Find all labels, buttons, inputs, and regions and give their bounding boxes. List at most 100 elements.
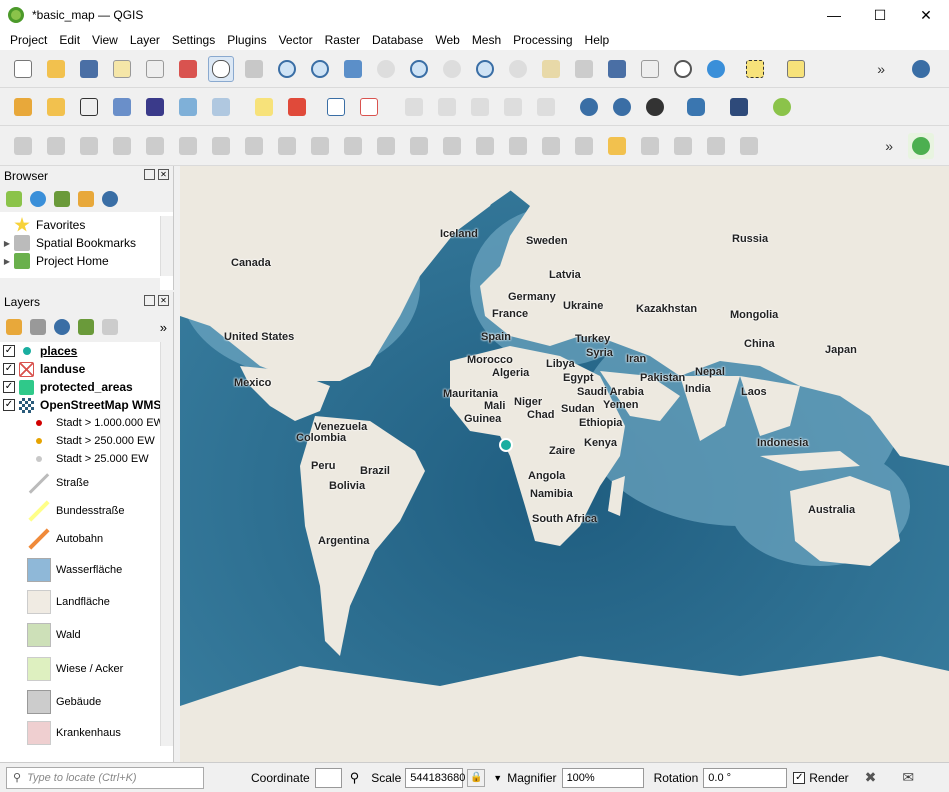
new-project-button[interactable] [10,56,36,82]
edit-tool-8-button[interactable] [241,133,267,159]
zoom-to-layer-button[interactable] [406,56,432,82]
edit-tool-21-button[interactable] [670,133,696,159]
add-vector-layer-button[interactable] [76,94,102,120]
new-print-layout-button[interactable] [109,56,135,82]
zoom-next-button[interactable] [505,56,531,82]
edit-tool-4-button[interactable] [109,133,135,159]
new-geopackage-button[interactable] [43,94,69,120]
menu-vector[interactable]: Vector [273,33,319,47]
new-bookmark-button[interactable] [604,56,630,82]
close-button[interactable]: ✕ [903,0,949,30]
close-panel-icon[interactable]: ✕ [158,295,169,306]
show-hide-labels-button[interactable] [356,94,382,120]
label-property-button[interactable] [500,94,526,120]
edit-tool-10-button[interactable] [307,133,333,159]
zoom-full-button[interactable] [340,56,366,82]
layer-visibility-checkbox[interactable]: ✓ [3,381,15,393]
map-canvas[interactable]: Iceland Sweden Russia Canada Latvia Germ… [180,166,949,762]
menu-raster[interactable]: Raster [319,33,366,47]
identify-button[interactable] [908,56,934,82]
help-button[interactable] [726,94,752,120]
layers-scrollbar[interactable] [160,342,173,746]
menu-settings[interactable]: Settings [166,33,221,47]
edit-tool-17-button[interactable] [538,133,564,159]
edit-tool-2-button[interactable] [43,133,69,159]
toggle-editing-button[interactable] [604,133,630,159]
filter-legend-icon[interactable] [78,319,94,335]
layer-openstreetmap-wms[interactable]: ✓ OpenStreetMap WMS [0,396,173,414]
show-bookmarks-button[interactable] [637,56,663,82]
eye-icon[interactable] [54,319,70,335]
refresh-icon[interactable] [30,191,46,207]
messages-icon[interactable]: ✉ [902,769,914,786]
save-edits-button[interactable] [637,133,663,159]
pan-to-selection-button[interactable] [241,56,267,82]
toolbar-overflow-icon[interactable]: » [877,61,885,77]
add-delimited-text-button[interactable] [109,94,135,120]
edit-tool-12-button[interactable] [373,133,399,159]
expand-icon[interactable]: ▶ [0,239,14,248]
open-project-button[interactable] [43,56,69,82]
edit-tool-15-button[interactable] [472,133,498,159]
add-mesh-layer-button[interactable] [175,94,201,120]
new-3d-view-button[interactable] [571,56,597,82]
toolbar-overflow-icon[interactable]: » [885,138,893,154]
pan-map-button[interactable] [208,55,234,82]
expand-icon[interactable]: ▶ [0,257,14,266]
menu-mesh[interactable]: Mesh [466,33,507,47]
menu-layer[interactable]: Layer [124,33,166,47]
edit-tool-23-button[interactable] [736,133,762,159]
add-raster-layer-button[interactable] [142,94,168,120]
layers-toolbar-overflow-icon[interactable]: » [160,320,167,335]
locator-search-input[interactable]: ⚲ Type to locate (Ctrl+K) [6,766,204,789]
layout-manager-button[interactable] [142,56,168,82]
menu-edit[interactable]: Edit [53,33,86,47]
menu-plugins[interactable]: Plugins [221,33,272,47]
coordinate-field[interactable] [314,767,342,788]
scale-field[interactable]: 544183680 [405,767,465,788]
add-group-icon[interactable] [30,319,46,335]
place-point-marker[interactable] [499,438,513,452]
zoom-native-button[interactable] [439,56,465,82]
edit-tool-6-button[interactable] [175,133,201,159]
layer-places[interactable]: ✓ places [0,342,173,360]
label-callout-button[interactable] [533,94,559,120]
select-features-button[interactable] [742,56,768,82]
menu-web[interactable]: Web [429,33,465,47]
rotation-field[interactable]: 0.0 ° [703,767,788,788]
python-console-button[interactable] [683,94,709,120]
change-label-button[interactable] [467,94,493,120]
menu-processing[interactable]: Processing [507,33,578,47]
attribute-table-button[interactable] [783,56,809,82]
add-wfs-layer-button[interactable] [609,94,635,120]
rotate-label-button[interactable] [434,94,460,120]
mouse-coordinate-toggle-icon[interactable]: ⚲ [350,770,360,786]
digitizing-plugin-button[interactable] [769,94,795,120]
browser-item-spatial-bookmarks[interactable]: ▶ Spatial Bookmarks [0,234,173,252]
menu-project[interactable]: Project [4,33,53,47]
style-brush-icon[interactable] [6,319,22,335]
processing-search-button[interactable] [908,132,934,159]
label-toolbar-button[interactable] [251,94,277,120]
browser-item-project-home[interactable]: ▶ Project Home [0,252,173,270]
browser-scrollbar[interactable] [160,216,173,276]
browser-item-favorites[interactable]: Favorites [0,216,173,234]
save-project-button[interactable] [76,56,102,82]
temporal-controller-button[interactable] [670,56,696,82]
expression-filter-icon[interactable] [102,319,118,335]
minimize-button[interactable]: — [811,0,857,30]
diagram-button[interactable] [284,94,310,120]
filter-icon[interactable] [54,191,70,207]
edit-tool-13-button[interactable] [406,133,432,159]
collapse-all-icon[interactable] [78,191,94,207]
magnifier-field[interactable]: 100% [561,767,644,788]
menu-database[interactable]: Database [366,33,429,47]
layer-visibility-checkbox[interactable]: ✓ [3,363,15,375]
new-map-view-button[interactable] [538,56,564,82]
layer-landuse[interactable]: ✓ landuse [0,360,173,378]
crs-icon[interactable]: ✖ [865,769,877,786]
menu-view[interactable]: View [86,33,124,47]
magnifier-dropdown-icon[interactable]: ▼ [493,773,502,783]
edit-tool-5-button[interactable] [142,133,168,159]
style-manager-button[interactable] [175,56,201,82]
